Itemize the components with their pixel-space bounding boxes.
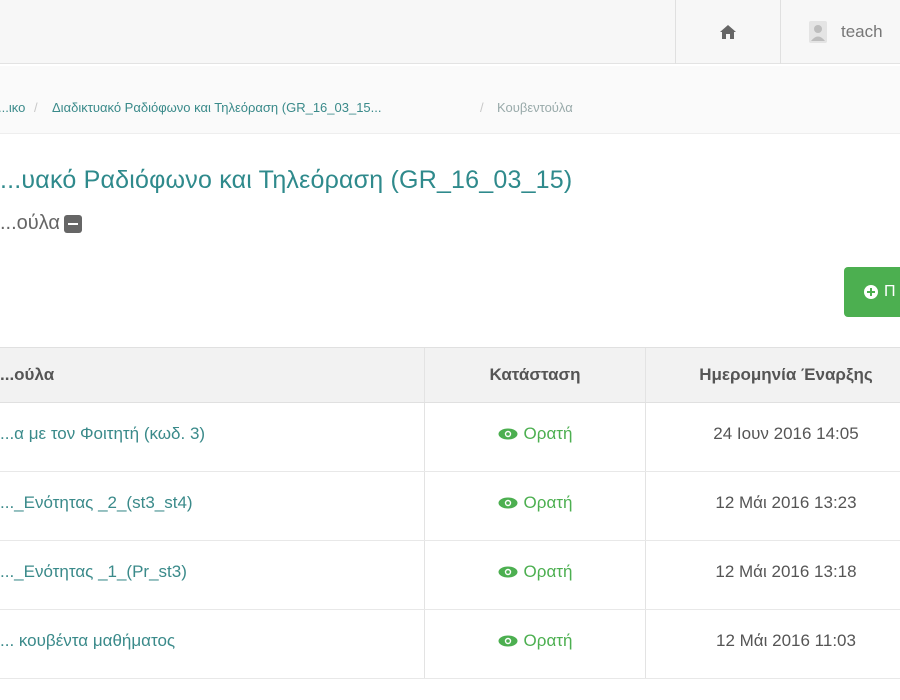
- header-name[interactable]: ...ούλα: [0, 348, 54, 402]
- breadcrumb-item-current: Κουβεντούλα: [497, 100, 573, 115]
- breadcrumb-separator: /: [480, 100, 484, 115]
- start-date: 12 Μάι 2016 11:03: [716, 631, 856, 650]
- add-chat-button[interactable]: Π: [844, 267, 900, 317]
- breadcrumb-item-course[interactable]: Διαδικτυακό Ραδιόφωνο και Τηλεόραση (GR_…: [52, 100, 382, 115]
- breadcrumb-item-home[interactable]: ...ικο: [0, 100, 25, 115]
- start-date: 12 Μάι 2016 13:23: [715, 493, 857, 512]
- start-date: 24 Ιουν 2016 14:05: [713, 424, 859, 443]
- top-navbar: teach: [0, 0, 900, 64]
- status-cell[interactable]: Ορατή: [425, 541, 645, 609]
- user-menu-button[interactable]: teach: [781, 0, 900, 64]
- header-status[interactable]: Κατάσταση: [425, 348, 645, 402]
- status-label: Ορατή: [523, 631, 573, 650]
- eye-icon: [498, 497, 518, 509]
- start-date: 12 Μάι 2016 13:18: [715, 562, 857, 581]
- user-icon: [809, 21, 827, 43]
- header-start-date[interactable]: Ημερομηνία Έναρξης: [646, 348, 900, 402]
- chat-name-link[interactable]: ... κουβέντα μαθήματος: [0, 610, 175, 678]
- table-row: ..._Ενότητας _1_(Pr_st3) Ορατή 12 Μάι 20…: [0, 541, 900, 610]
- table-row: ..._Ενότητας _2_(st3_st4) Ορατή 12 Μάι 2…: [0, 472, 900, 541]
- breadcrumb-separator: /: [34, 100, 38, 115]
- chat-name-link[interactable]: ...α με τον Φοιτητή (κωδ. 3): [0, 403, 205, 471]
- eye-icon: [498, 566, 518, 578]
- table-row: ...α με τον Φοιτητή (κωδ. 3) Ορατή 24 Ιο…: [0, 403, 900, 472]
- page-title: ...υακό Ραδιόφωνο και Τηλεόραση (GR_16_0…: [0, 166, 573, 194]
- status-label: Ορατή: [523, 424, 573, 443]
- status-cell[interactable]: Ορατή: [425, 610, 645, 678]
- status-cell[interactable]: Ορατή: [425, 472, 645, 540]
- eye-icon: [498, 428, 518, 440]
- table-row: ... κουβέντα μαθήματος Ορατή 12 Μάι 2016…: [0, 610, 900, 679]
- chat-name-link[interactable]: ..._Ενότητας _2_(st3_st4): [0, 472, 193, 540]
- status-cell[interactable]: Ορατή: [425, 403, 645, 471]
- status-label: Ορατή: [523, 562, 573, 581]
- plus-circle-icon: [864, 285, 878, 299]
- chat-table: ...ούλα Κατάσταση Ημερομηνία Έναρξης ...…: [0, 347, 900, 679]
- eye-icon: [498, 635, 518, 647]
- home-button[interactable]: [676, 0, 780, 64]
- page-subtitle-text: ...ούλα: [0, 212, 60, 234]
- status-label: Ορατή: [523, 493, 573, 512]
- page-subtitle: ...ούλα: [0, 212, 82, 235]
- add-chat-button-label: Π: [884, 283, 896, 300]
- chat-name-link[interactable]: ..._Ενότητας _1_(Pr_st3): [0, 541, 187, 609]
- breadcrumb: ...ικο / Διαδικτυακό Ραδιόφωνο και Τηλεό…: [0, 66, 900, 134]
- table-header: ...ούλα Κατάσταση Ημερομηνία Έναρξης: [0, 347, 900, 403]
- minus-square-icon[interactable]: [64, 214, 82, 233]
- home-icon: [720, 25, 736, 39]
- user-name: teach: [841, 22, 883, 41]
